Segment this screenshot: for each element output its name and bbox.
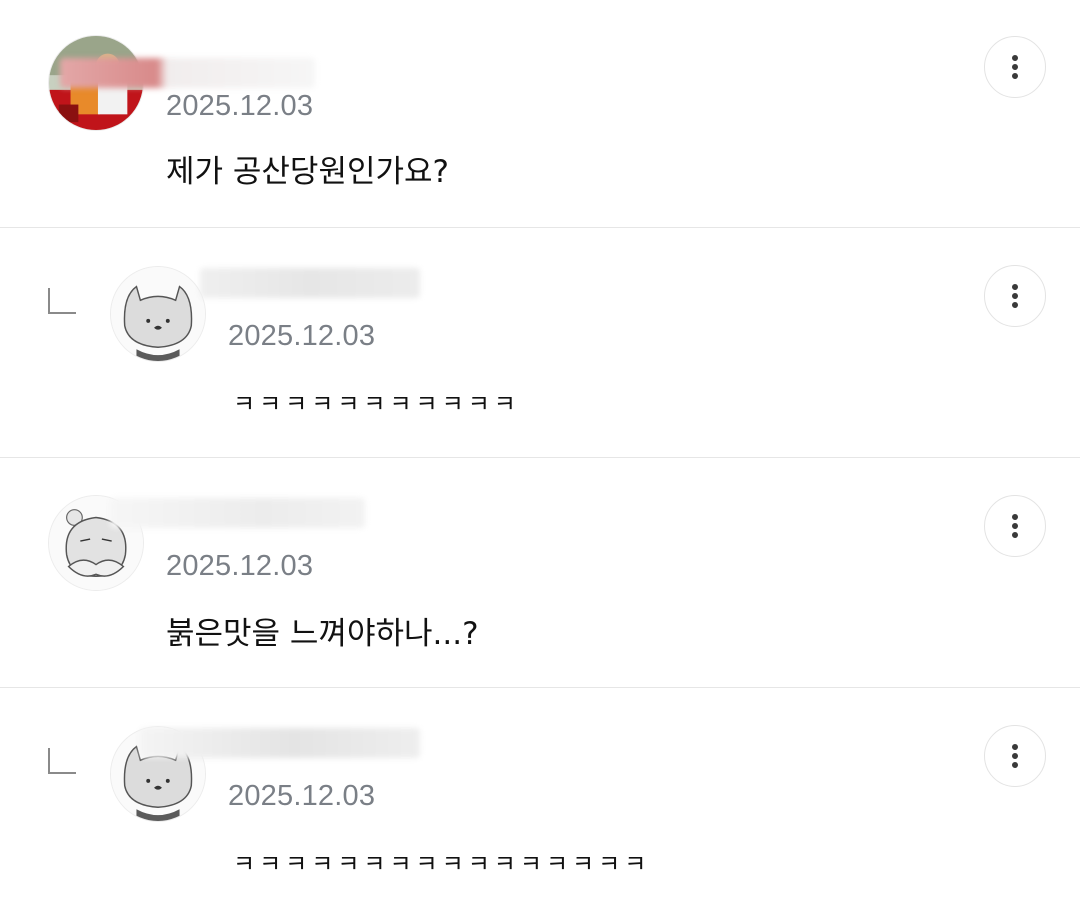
- more-options-button[interactable]: [984, 725, 1046, 787]
- username-redacted: [200, 268, 420, 298]
- comment-text: ㅋㅋㅋㅋㅋㅋㅋㅋㅋㅋㅋㅋㅋㅋㅋㅋ: [233, 850, 651, 878]
- comment-date: 2025.12.03: [228, 780, 376, 812]
- username-redacted: [110, 498, 365, 528]
- more-options-button[interactable]: [984, 495, 1046, 557]
- more-vertical-icon: [1012, 55, 1018, 79]
- more-vertical-icon: [1012, 514, 1018, 538]
- more-options-button[interactable]: [984, 265, 1046, 327]
- comment-date: 2025.12.03: [228, 320, 376, 352]
- username-redacted: [140, 728, 420, 758]
- reply-corner-icon: [48, 288, 76, 314]
- comment-date: 2025.12.03: [166, 90, 314, 122]
- more-options-button[interactable]: [984, 36, 1046, 98]
- comment-text: 붉은맛을 느껴야하나...?: [166, 616, 479, 652]
- comment-list: 2025.12.03 제가 공산당원인가요? 2025.12.03 ㅋㅋㅋㅋㅋㅋ…: [0, 0, 1080, 911]
- comment-date: 2025.12.03: [166, 550, 314, 582]
- default-cat-avatar-icon: [111, 267, 205, 361]
- reply-item: 2025.12.03 ㅋㅋㅋㅋㅋㅋㅋㅋㅋㅋㅋ: [0, 228, 1080, 457]
- avatar[interactable]: [110, 266, 206, 362]
- more-vertical-icon: [1012, 284, 1018, 308]
- more-vertical-icon: [1012, 744, 1018, 768]
- comment-text: ㅋㅋㅋㅋㅋㅋㅋㅋㅋㅋㅋ: [233, 390, 520, 418]
- reply-item: 2025.12.03 ㅋㅋㅋㅋㅋㅋㅋㅋㅋㅋㅋㅋㅋㅋㅋㅋ: [0, 688, 1080, 911]
- reply-corner-icon: [48, 748, 76, 774]
- username-redacted: [60, 58, 315, 88]
- comment-item: 2025.12.03 붉은맛을 느껴야하나...?: [0, 458, 1080, 687]
- comment-text: 제가 공산당원인가요?: [166, 154, 449, 190]
- comment-item: 2025.12.03 제가 공산당원인가요?: [0, 0, 1080, 227]
